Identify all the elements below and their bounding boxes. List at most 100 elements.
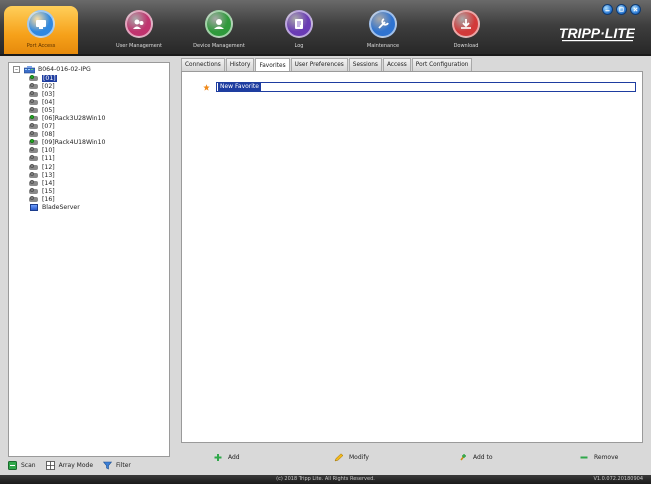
nav-tab-label: Download xyxy=(453,43,479,49)
port-offline-icon xyxy=(29,106,39,114)
tab-history[interactable]: History xyxy=(225,58,255,71)
tree-item-port[interactable]: [13] xyxy=(29,171,105,179)
port-offline-icon xyxy=(29,187,39,195)
tree-item-port[interactable]: [07] xyxy=(29,123,105,131)
tripp-lite-logo: TRIPP·LITE xyxy=(560,25,635,42)
nav-tab-port-access[interactable]: Port Access xyxy=(4,6,78,54)
tab-strip: Connections History Favorites User Preferen… xyxy=(181,58,473,72)
tree-item-label: [15] xyxy=(42,187,55,195)
add-to-icon xyxy=(460,454,466,461)
array-mode-button[interactable]: Array Mode xyxy=(45,460,93,470)
add-to-button[interactable]: Add to xyxy=(458,453,493,462)
port-access-icon xyxy=(27,10,55,38)
tab-sessions[interactable]: Sessions xyxy=(348,58,382,71)
tree-item-label: [16] xyxy=(42,195,55,203)
port-offline-icon xyxy=(29,163,39,171)
tree-item-port[interactable]: [16] xyxy=(29,195,105,203)
status-bar: (c) 2018 Tripp Lite. All Rights Reserved… xyxy=(0,475,651,484)
filter-button[interactable]: Filter xyxy=(103,461,131,470)
tree-item-blade-server[interactable]: BladeServer xyxy=(29,204,105,212)
tree-item-port[interactable]: [11] xyxy=(29,155,105,163)
device-management-icon xyxy=(205,10,233,38)
tree-item-label: [07] xyxy=(42,123,55,131)
tree-item-port[interactable]: [04] xyxy=(29,98,105,106)
minimize-icon[interactable] xyxy=(602,4,613,15)
add-button[interactable]: Add xyxy=(213,453,240,462)
tab-connections[interactable]: Connections xyxy=(181,58,225,71)
tab-access[interactable]: Access xyxy=(382,58,411,71)
blade-server-icon xyxy=(30,204,38,212)
tree-item-port[interactable]: [08] xyxy=(29,131,105,139)
copyright-text: (c) 2018 Tripp Lite. All Rights Reserved… xyxy=(276,476,375,482)
tree-item-label: [01] xyxy=(42,74,57,82)
port-offline-icon xyxy=(29,131,39,138)
left-toolbar: Scan Array Mode Filter xyxy=(8,458,170,472)
download-icon xyxy=(452,10,480,38)
tab-favorites[interactable]: Favorites xyxy=(255,58,290,72)
tree-item-port[interactable]: [12] xyxy=(29,163,105,171)
favorites-panel: New Favorite xyxy=(181,71,643,443)
switch-device-icon xyxy=(24,65,35,73)
pencil-icon xyxy=(334,453,344,462)
port-offline-icon xyxy=(29,179,39,187)
nav-tab-label: User Management xyxy=(116,43,162,49)
port-offline-icon xyxy=(29,147,39,154)
nav-tab-download[interactable]: Download xyxy=(429,6,503,54)
tree-root[interactable]: – B064-016-02-IPG xyxy=(13,65,91,74)
port-offline-icon xyxy=(29,82,39,90)
tree-item-label: [14] xyxy=(42,179,55,187)
tree-item-port[interactable]: [14] xyxy=(29,179,105,187)
nav-tab-label: Maintenance xyxy=(366,43,400,49)
nav-tab-maintenance[interactable]: Maintenance xyxy=(346,6,420,54)
tree-item-port[interactable]: [03] xyxy=(29,90,105,98)
tree-item-label: [10] xyxy=(42,147,55,155)
tree-item-port[interactable]: [06]Rack3U28Win10 xyxy=(29,114,105,122)
port-offline-icon xyxy=(29,195,39,203)
port-online-icon xyxy=(29,74,39,82)
tree-item-port[interactable]: [02] xyxy=(29,82,105,90)
tree-item-label: [09]Rack4U18Win10 xyxy=(42,139,106,147)
port-offline-icon xyxy=(29,155,39,162)
tree-item-port[interactable]: [09]Rack4U18Win10 xyxy=(29,139,105,147)
tab-user-preferences[interactable]: User Preferences xyxy=(290,58,348,71)
scan-button[interactable]: Scan xyxy=(8,460,36,470)
filter-label: Filter xyxy=(116,461,131,469)
tree-root-label: B064-016-02-IPG xyxy=(38,66,91,73)
nav-tab-log[interactable]: Log xyxy=(262,6,336,54)
remove-button[interactable]: Remove xyxy=(579,453,618,462)
tree-item-label: [04] xyxy=(42,98,55,106)
tree-item-port[interactable]: [15] xyxy=(29,187,105,195)
tree-item-label: [11] xyxy=(42,155,55,163)
user-management-icon xyxy=(125,10,153,38)
nav-tab-user-management[interactable]: User Management xyxy=(102,6,176,54)
tree-item-label: [12] xyxy=(42,163,55,171)
modify-button[interactable]: Modify xyxy=(334,453,369,462)
top-banner: Port Access User Management Device Managem… xyxy=(0,0,651,56)
tree-item-label: [02] xyxy=(42,82,55,90)
add-to-label: Add to xyxy=(473,454,493,461)
tree-item-port[interactable]: [05] xyxy=(29,106,105,114)
nav-tab-label: Device Management xyxy=(193,43,245,49)
port-offline-icon xyxy=(29,90,39,98)
tab-port-configuration[interactable]: Port Configuration xyxy=(411,58,473,71)
tree-item-port[interactable]: [01] xyxy=(29,74,105,82)
device-tree-panel: – B064-016-02-IPG [01] [02] [03] [04] [05] [0… xyxy=(8,62,170,457)
port-online-icon xyxy=(29,115,39,122)
svg-text:TRIPP·LITE: TRIPP·LITE xyxy=(560,25,635,41)
maintenance-icon xyxy=(369,10,397,38)
favorite-row[interactable]: New Favorite xyxy=(203,82,636,92)
close-icon[interactable] xyxy=(630,4,641,15)
tree-item-label: [13] xyxy=(42,171,55,179)
nav-tab-device-management[interactable]: Device Management xyxy=(182,6,256,54)
filter-icon xyxy=(103,461,113,469)
maximize-icon[interactable] xyxy=(616,4,627,15)
modify-label: Modify xyxy=(349,454,369,461)
favorite-name-input[interactable] xyxy=(216,82,636,92)
tree-item-port[interactable]: [10] xyxy=(29,147,105,155)
port-offline-icon xyxy=(29,171,39,179)
tree-item-label: [08] xyxy=(42,131,55,139)
favorites-action-bar: Add Modify Add to Remove xyxy=(181,451,643,465)
collapse-icon[interactable]: – xyxy=(13,66,20,73)
remove-label: Remove xyxy=(594,454,619,461)
add-icon xyxy=(214,454,222,461)
